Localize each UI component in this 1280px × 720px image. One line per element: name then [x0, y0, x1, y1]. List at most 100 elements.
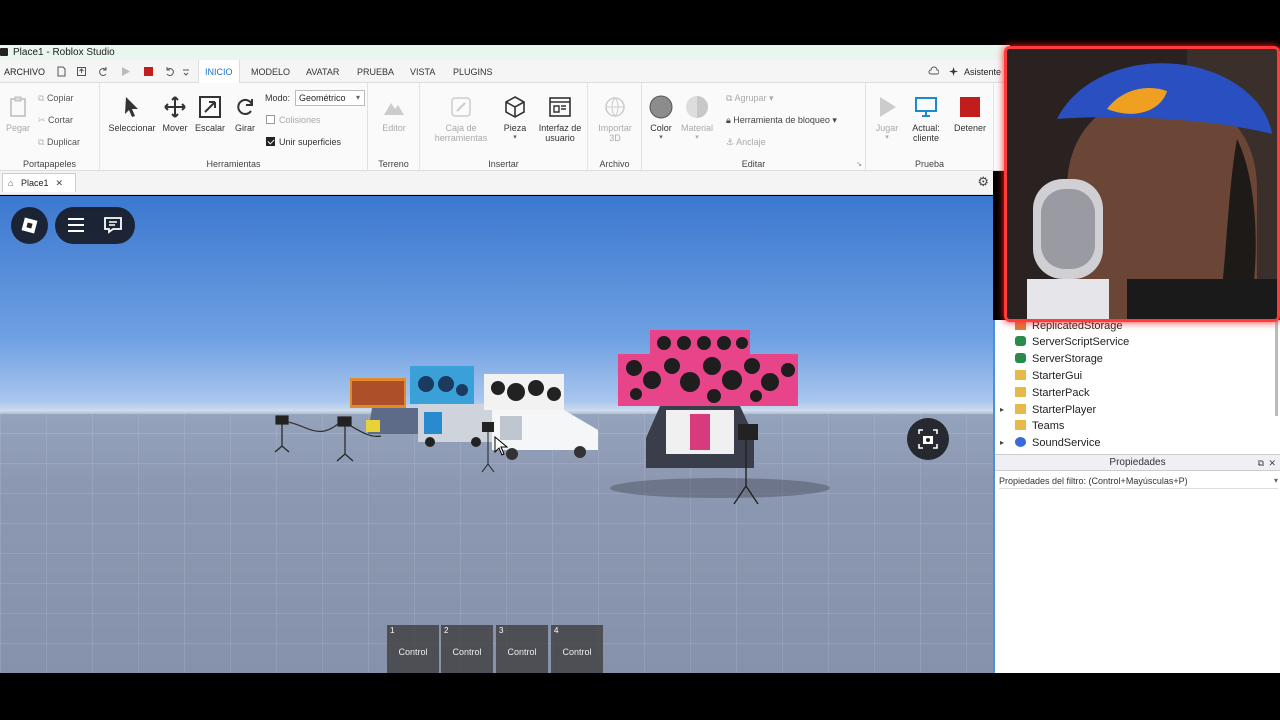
- tab-avatar[interactable]: AVATAR: [300, 60, 345, 83]
- tab-plugins[interactable]: PLUGINS: [447, 60, 499, 83]
- expand-group-icon[interactable]: ↘: [856, 160, 862, 168]
- toolbox-icon: [451, 97, 471, 117]
- explorer-item-startergui[interactable]: StarterGui: [1015, 368, 1082, 384]
- paste-button[interactable]: Pegar: [4, 95, 32, 133]
- new-file-icon[interactable]: [56, 66, 67, 77]
- expand-arrow-icon[interactable]: ▸: [1000, 435, 1004, 451]
- explorer-item-serverscriptservice[interactable]: ServerScriptService: [1015, 334, 1129, 350]
- chevron-down-icon: ▾: [513, 134, 517, 141]
- expand-arrow-icon[interactable]: ▸: [1000, 402, 1004, 418]
- play-button[interactable]: Jugar ▾: [872, 95, 902, 141]
- hotbar-slot-2[interactable]: 2 Control: [441, 625, 493, 673]
- mode-value: Geométrico: [299, 93, 346, 103]
- redo-icon[interactable]: [98, 66, 109, 77]
- tab-prueba[interactable]: PRUEBA: [351, 60, 400, 83]
- terrain-editor-button[interactable]: Editor: [376, 95, 412, 133]
- hotbar-slot-1[interactable]: 1 Control: [387, 625, 439, 673]
- explorer-item-soundservice[interactable]: ▸ SoundService: [1000, 435, 1101, 451]
- move-arrows-icon: [164, 96, 186, 118]
- collisions-checkbox[interactable]: [266, 115, 275, 124]
- cursor-arrow-icon: [125, 97, 138, 117]
- cloud-icon[interactable]: [928, 66, 939, 77]
- import-3d-button[interactable]: Importar 3D: [594, 95, 636, 143]
- tab-vista[interactable]: VISTA: [404, 60, 441, 83]
- group-label: Agrupar: [734, 93, 767, 103]
- undock-icon[interactable]: ⧉: [1258, 455, 1264, 471]
- screenshot-button[interactable]: [907, 418, 949, 460]
- file-menu[interactable]: ARCHIVO: [4, 67, 45, 77]
- explorer-item-starterpack[interactable]: StarterPack: [1015, 385, 1089, 401]
- stop-button[interactable]: Detener: [950, 95, 990, 133]
- assistant-sparkle-icon[interactable]: [948, 66, 959, 77]
- hotbar-slot-4[interactable]: 4 Control: [551, 625, 603, 673]
- block-tool-button[interactable]: 🔒︎ Herramienta de bloqueo ▾: [726, 115, 837, 126]
- doc-tab-label: Place1: [21, 178, 49, 188]
- test-group: Jugar ▾ Actual: cliente Detener Prueba: [866, 83, 994, 171]
- ui-label-1: Interfaz de: [538, 123, 582, 133]
- toolbox-button[interactable]: Caja de herramientas: [428, 95, 494, 143]
- close-icon[interactable]: ✕: [55, 174, 63, 192]
- webcam-overlay: [1004, 46, 1280, 322]
- part-button[interactable]: Pieza ▾: [500, 95, 530, 141]
- scale-tool-button[interactable]: Escalar: [192, 95, 228, 133]
- hotbar-slot-3[interactable]: 3 Control: [496, 625, 548, 673]
- explorer-item-starterplayer[interactable]: ▸ StarterPlayer: [1000, 402, 1096, 418]
- close-icon[interactable]: ✕: [1268, 455, 1276, 471]
- chevron-down-icon: ▾: [885, 134, 889, 141]
- collisions-toggle[interactable]: Colisiones: [266, 115, 321, 125]
- duplicate-button[interactable]: ⧉ Duplicar: [38, 137, 80, 148]
- color-button[interactable]: Color ▾: [646, 95, 676, 141]
- stop-quick-icon[interactable]: [143, 66, 154, 77]
- explorer-scrollbar[interactable]: [1275, 320, 1278, 416]
- collisions-label: Colisiones: [279, 115, 321, 125]
- duplicate-label: Duplicar: [46, 137, 80, 147]
- scale-icon: [199, 96, 221, 118]
- customize-quick-access-icon[interactable]: [182, 66, 190, 77]
- group-button[interactable]: ⧉ Agrupar ▾: [726, 93, 774, 104]
- document-tab-bar: ⌂ Place1 ✕ ⚙: [0, 171, 993, 195]
- title-bar: Place1 - Roblox Studio: [0, 45, 1010, 60]
- move-tool-button[interactable]: Mover: [160, 95, 190, 133]
- ui-label-2: usuario: [545, 133, 575, 143]
- explorer-item-teams[interactable]: Teams: [1015, 418, 1064, 434]
- color-label: Color: [650, 123, 672, 133]
- copy-button[interactable]: ⧉ Copiar: [38, 93, 73, 104]
- copy-icon: ⧉: [38, 93, 47, 103]
- explorer-item-serverstorage[interactable]: ServerStorage: [1015, 351, 1103, 367]
- edit-group-label: Editar: [741, 159, 766, 169]
- 3d-viewport[interactable]: [0, 196, 993, 673]
- mode-dropdown[interactable]: Geométrico ▾: [295, 90, 365, 106]
- join-surfaces-toggle[interactable]: Unir superficies: [266, 137, 341, 147]
- gear-icon[interactable]: ⚙: [977, 174, 989, 190]
- test-group-label: Prueba: [914, 159, 945, 169]
- play-quick-icon[interactable]: [120, 66, 131, 77]
- camera-icon: [918, 429, 938, 449]
- cut-button[interactable]: ✂ Cortar: [38, 115, 73, 126]
- tab-modelo[interactable]: MODELO: [245, 60, 296, 83]
- current-client-button[interactable]: Actual: cliente: [906, 95, 946, 143]
- slot-number: 3: [499, 626, 504, 635]
- user-interface-button[interactable]: Interfaz de usuario: [534, 95, 586, 143]
- stop-label: Detener: [953, 123, 987, 133]
- tab-inicio[interactable]: INICIO: [198, 60, 240, 83]
- undo-icon[interactable]: [164, 66, 175, 77]
- tools-group: Seleccionar Mover Escalar Girar Modo: Ge…: [100, 83, 368, 171]
- rotate-tool-button[interactable]: Girar: [230, 95, 260, 133]
- explorer-item-label: StarterGui: [1032, 370, 1083, 382]
- anchor-button[interactable]: ⚓︎ Anclaje: [726, 137, 766, 148]
- slot-number: 4: [554, 626, 559, 635]
- terrain-group: Editor Terreno: [368, 83, 420, 171]
- import-label-1: Importar: [598, 123, 632, 133]
- assistant-button[interactable]: Asistente: [964, 67, 1001, 77]
- select-tool-button[interactable]: Seleccionar: [106, 95, 158, 133]
- publish-icon[interactable]: [76, 66, 87, 77]
- properties-filter-placeholder: Propiedades del filtro: (Control+Mayúscu…: [999, 476, 1188, 486]
- part-label: Pieza: [503, 123, 527, 133]
- screen: Place1 - Roblox Studio ARCHIVO INICIO MO…: [0, 0, 1280, 720]
- material-button[interactable]: Material ▾: [676, 95, 718, 141]
- chevron-down-icon[interactable]: ▾: [1274, 474, 1278, 488]
- stop-icon: [960, 97, 980, 117]
- join-surfaces-checkbox[interactable]: [266, 137, 275, 146]
- properties-filter-input[interactable]: Propiedades del filtro: (Control+Mayúscu…: [999, 474, 1278, 489]
- doc-tab-place1[interactable]: ⌂ Place1 ✕: [2, 173, 76, 192]
